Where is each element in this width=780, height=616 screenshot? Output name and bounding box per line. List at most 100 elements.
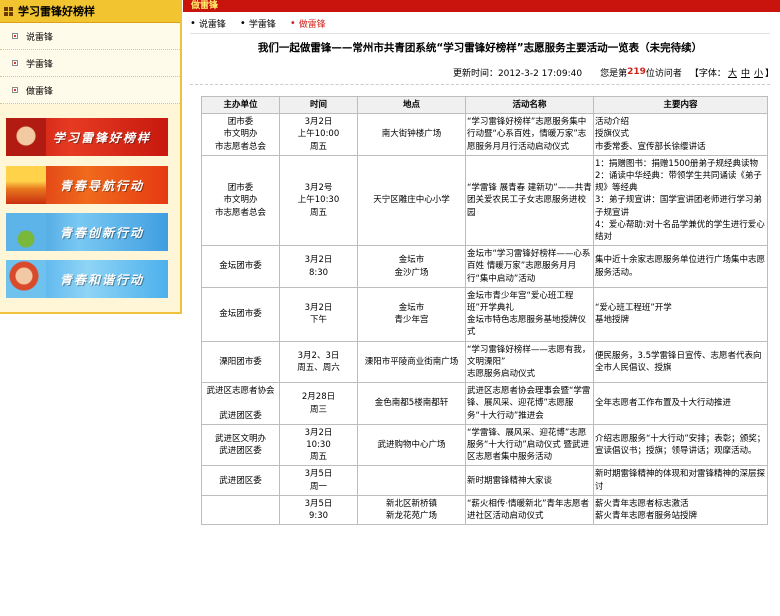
cell-time: 3月2号 上午10:30 周五 (279, 154, 358, 247)
banner-qingchun-daohang[interactable]: 青春导航行动 (6, 166, 168, 204)
cell-text: 上午10:00 (297, 129, 340, 140)
cell-org (201, 494, 280, 526)
divider (190, 84, 770, 85)
cell-text: 武进区志愿者协会理事会暨“学雷锋、展风采、迎花博”志愿服务“十大行动”推进会 (467, 386, 591, 421)
cell-time: 3月2日 8:30 (279, 245, 358, 288)
cell-org: 金坛团市委 (201, 286, 280, 342)
banner-label: 青春和谐行动 (59, 272, 144, 287)
cell-text: “学雷锋、展风采、迎花博”志愿服务“十大行动”启动仪式 暨武进区志愿者集中服务活… (467, 427, 590, 463)
table-row: 溧阳团市委 3月2、3日 周五、周六 溧阳市平陵商业街南广场 “学习雷锋好榜样——志愿有… (201, 340, 768, 384)
cell-text: 武进团区委 (219, 446, 262, 457)
cell-text: 武进团区委 (219, 475, 262, 486)
cell-text: 周五、周六 (297, 362, 340, 373)
cell-text: 金坛团市委 (219, 309, 262, 320)
meta-line: 更新时间：2012-3-2 17:09:40 您是第 219 位访问者 【字体：… (452, 66, 774, 79)
torch-icon (6, 166, 46, 204)
cell-text: 下午 (309, 315, 327, 326)
sidebar-item-zuo[interactable]: 做雷锋 (0, 77, 180, 104)
cell-text: 10:30 (306, 440, 331, 451)
cell-text: 溧阳市平陵商业街南广场 (364, 356, 459, 367)
cell-org: 团市委 市文明办 市志愿者总会 (201, 154, 280, 247)
nav-item-xue[interactable]: 学雷锋 (240, 17, 276, 30)
cell-text: 金坛市“学习雷锋好榜样——心系百姓 情暖万家”志愿服务月月行“集中启动”活动 (467, 249, 591, 284)
cell-place: 溧阳市平陵商业街南广场 (357, 340, 466, 384)
visitor-count: 219 (627, 67, 646, 77)
cell-place: 金色南都5楼南都轩 (357, 382, 466, 425)
cell-time: 3月2日 上午10:00 周五 (279, 113, 358, 156)
update-time: 更新时间：2012-3-2 17:09:40 (452, 68, 583, 79)
cell-text: 薪火青年志愿者标志激活 (595, 498, 689, 509)
header-time: 时间 (279, 95, 358, 115)
section-bar: 做雷锋 (183, 0, 780, 12)
cell-place: 南大街钟楼广场 (357, 113, 466, 156)
cell-place: 金坛市 青少年宫 (357, 286, 466, 342)
table-header-row: 主办单位 时间 地点 活动名称 主要内容 (201, 95, 768, 115)
cell-text (203, 398, 278, 410)
cell-text: 3月2日 (304, 427, 333, 438)
tree-icon (6, 213, 46, 251)
cell-text: 南大街钟楼广场 (381, 129, 442, 140)
font-size-prefix: 【字体： (689, 68, 726, 79)
cell-text: 市文明办 (223, 195, 258, 206)
cell-text: “学雷锋 展青春 建新功”——共青团关爱农民工子女志愿服务进校园 (467, 183, 592, 218)
cell-content: “爱心班工程班”开学 基地授牌 (593, 286, 768, 342)
cell-content: 活动介绍 授旗仪式 市委常委、宣传部长徐缨讲话 (593, 113, 768, 156)
cell-text: 周五 (309, 452, 327, 463)
nav-item-shuo[interactable]: 说雷锋 (190, 17, 226, 30)
sidebar-item-shuo[interactable]: 说雷锋 (0, 23, 180, 50)
banner-qingchun-chuangxin[interactable]: 青春创新行动 (6, 213, 168, 251)
cell-org: 团市委 市文明办 市志愿者总会 (201, 113, 280, 156)
cell-text: 3月2、3日 (297, 350, 340, 361)
cell-time: 3月5日 周一 (279, 465, 358, 496)
banner-label: 学习雷锋好榜样 (52, 130, 151, 145)
visitor-suffix: 位访问者 (645, 68, 682, 79)
sidebar-item-label: 说雷锋 (26, 32, 54, 43)
cell-text: 全年志愿者工作布置及十大行动推进 (595, 398, 732, 409)
sidebar-item-xue[interactable]: 学雷锋 (0, 50, 180, 77)
sub-navigation: 说雷锋 学雷锋 做雷锋 (190, 13, 770, 34)
banner-xuexi-leifeng[interactable]: 学习雷锋好榜样 (6, 118, 168, 156)
table-row: 武进区志愿者协会 武进团区委 2月28日 周三 金色南都5楼南都轩 武进区志愿者协会理事会… (201, 382, 768, 425)
sidebar-title: 学习雷锋好榜样 (18, 5, 95, 18)
cell-text: 金坛团市委 (219, 261, 262, 272)
cell-place: 新北区新桥镇 新龙花苑广场 (357, 494, 466, 526)
square-bullet-icon (12, 87, 18, 93)
cell-text: 授旗仪式 (595, 129, 630, 140)
header-activity: 活动名称 (465, 95, 594, 115)
font-large-link[interactable]: 大 (728, 66, 737, 79)
table-row: 武进团区委 3月5日 周一 新时期雷锋精神大家谈 新时期雷锋精神的体现和对雷锋精神的深层… (201, 465, 768, 496)
cell-place: 金坛市 金沙广场 (357, 245, 466, 288)
header-org: 主办单位 (201, 95, 280, 115)
cell-text: 3月2号 (304, 183, 333, 194)
nav-item-zuo[interactable]: 做雷锋 (290, 17, 326, 30)
leifeng-portrait-icon (6, 118, 46, 156)
cell-text: 3月2日 (304, 117, 333, 128)
banner-qingchun-hexie[interactable]: 青春和谐行动 (6, 260, 168, 298)
cell-content: 便民服务，3.5学雷锋日宣传、志愿者代表向全市人民倡议、授旗 (593, 340, 768, 384)
cell-text: 市志愿者总会 (214, 207, 266, 218)
visitor-prefix: 您是第 (600, 68, 628, 79)
cell-org: 溧阳团市委 (201, 340, 280, 384)
cell-text: 武进区文明办 (214, 433, 266, 444)
cell-text: 介绍志愿服务“十大行动”安排；表彰；颁奖；宣读倡议书；授旗；领导讲话；观摩活动。 (595, 433, 766, 457)
sidebar-header: 学习雷锋好榜样 (0, 0, 180, 23)
cell-text: “薪火相传·情暖新北”青年志愿者进社区活动启动仪式 (467, 498, 590, 522)
header-place: 地点 (357, 95, 466, 115)
cell-text: 3月5日 (304, 498, 333, 509)
cell-text: 8:30 (308, 267, 329, 278)
cell-org: 武进团区委 (201, 465, 280, 496)
font-size-suffix: 】 (764, 68, 774, 79)
cell-activity: “学习雷锋好榜样”志愿服务集中行动暨“心系百姓，情暖万家”志愿服务月月行活动启动… (465, 113, 594, 156)
font-medium-link[interactable]: 中 (741, 66, 750, 79)
cell-place: 天宁区雕庄中心小学 (357, 154, 466, 247)
child-photo-icon (6, 260, 46, 298)
cell-time: 3月2、3日 周五、周六 (279, 340, 358, 384)
cell-text: 基地授牌 (595, 315, 630, 326)
font-small-link[interactable]: 小 (754, 66, 763, 79)
cell-text: 周五 (309, 141, 327, 152)
cell-text: 4：爱心帮助:对十名品学兼优的学生进行爱心结对 (595, 219, 765, 243)
cell-text: “学习雷锋好榜样”志愿服务集中行动暨“心系百姓，情暖万家”志愿服务月月行活动启动… (467, 117, 587, 152)
cell-text: 市委常委、宣传部长徐缨讲话 (595, 141, 706, 152)
cell-text: 青少年宫 (394, 315, 429, 326)
cell-text: 新龙花苑广场 (385, 511, 437, 522)
